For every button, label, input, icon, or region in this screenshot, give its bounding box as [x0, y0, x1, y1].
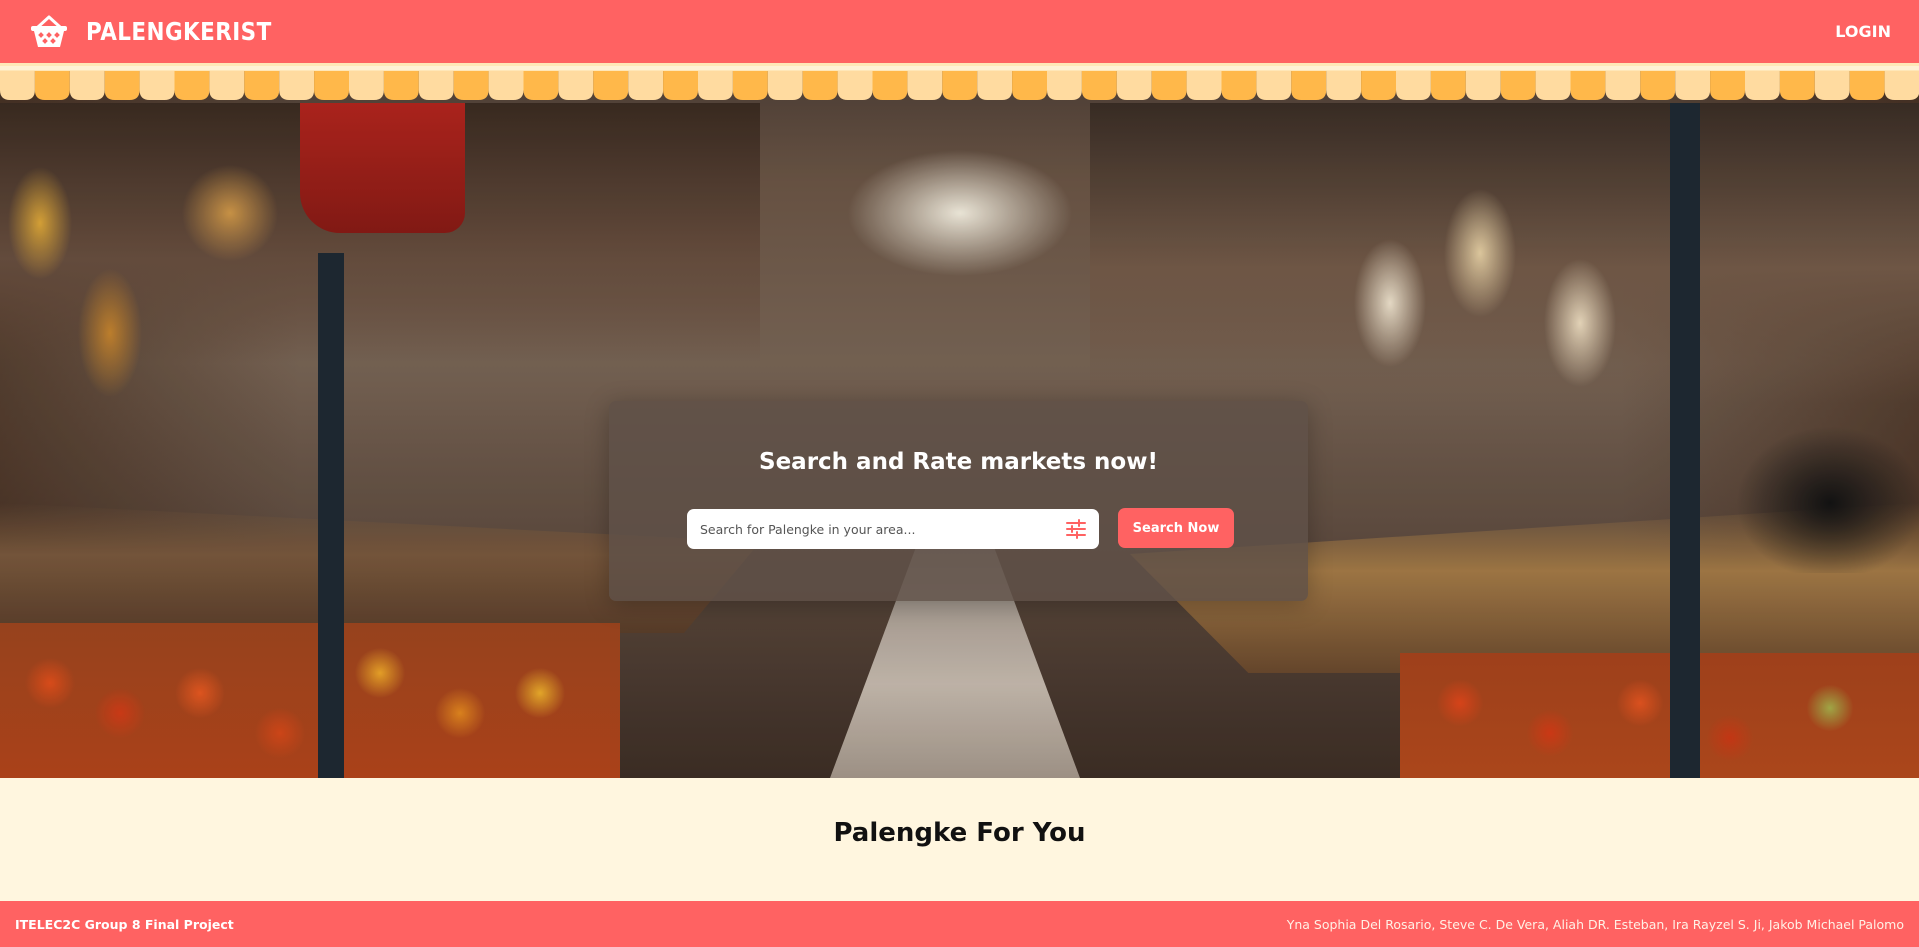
- awning-scallop-tab: [1221, 71, 1257, 100]
- awning-scallop-tab: [1151, 71, 1187, 100]
- awning-scallop-tab: [732, 71, 768, 100]
- awning-scallop-tab: [663, 71, 698, 100]
- awning-scallop-tab: [453, 71, 489, 100]
- awning-scallop-tab: [1814, 71, 1850, 100]
- search-field[interactable]: [687, 509, 1099, 549]
- awning-scallop-tab: [907, 71, 943, 100]
- sliders-icon[interactable]: [1065, 518, 1087, 540]
- awning-scallop-tab: [1465, 71, 1501, 100]
- awning-scallop-tab: [418, 71, 454, 100]
- awning-scallop-tab: [139, 71, 175, 100]
- footer-project-label: ITELEC2C Group 8 Final Project: [15, 916, 234, 932]
- awning-scallop-tab: [1326, 71, 1362, 100]
- awning-scallop-tab: [34, 71, 70, 100]
- search-card: Search and Rate markets now! Search Now: [609, 401, 1308, 601]
- awning-scallop-tab: [1116, 71, 1152, 100]
- awning-scallop-tab: [628, 71, 664, 100]
- awning-scallop-tab: [523, 71, 559, 100]
- awning-scallop-tab: [1779, 71, 1815, 100]
- palengke-for-you-section: Palengke For You: [0, 778, 1919, 901]
- awning-scallop-tab: [69, 71, 105, 100]
- section-title: Palengke For You: [833, 818, 1086, 848]
- brand[interactable]: PALENGKERIST: [30, 15, 302, 49]
- awning-scallop-tab: [1884, 71, 1919, 100]
- awning-scallop-tab: [1256, 71, 1292, 100]
- awning-scallop-tab: [1849, 71, 1885, 100]
- search-now-button[interactable]: Search Now: [1118, 508, 1234, 548]
- hero-banner: Search and Rate markets now! Search Now: [0, 63, 1919, 778]
- awning-scallop-tab: [1081, 71, 1117, 100]
- awning-scallop-tab: [558, 71, 594, 100]
- awning-scallop-tab: [1675, 71, 1711, 100]
- awning-scallop-tab: [314, 71, 349, 100]
- awning-scallop-tab: [1430, 71, 1466, 100]
- footer-authors: Yna Sophia Del Rosario, Steve C. De Vera…: [1286, 916, 1904, 932]
- awning-scallop-tab: [174, 71, 210, 100]
- awning-scallop-tab: [698, 71, 733, 100]
- awning-scallop-tab: [1047, 71, 1082, 100]
- top-navbar: PALENGKERIST LOGIN: [0, 0, 1919, 63]
- awning-scallop-tab: [593, 71, 629, 100]
- awning-scallop-tab: [1186, 71, 1222, 100]
- market-basket-icon: [31, 15, 67, 47]
- awning-scallop-tab: [0, 71, 35, 100]
- awning-scallop-tab: [349, 71, 384, 100]
- awning-scallop-tab: [104, 71, 140, 100]
- awning-scallop-tab: [872, 71, 908, 100]
- awning-scallop-tab: [977, 71, 1013, 100]
- awning-scallop-tab: [1396, 71, 1431, 100]
- awning-scallop-tab: [767, 71, 803, 100]
- awning-scallop-tab: [802, 71, 838, 100]
- awning-scallop-tab: [1012, 71, 1047, 100]
- awning-scallop-tab: [488, 71, 524, 100]
- awning-scallop-tab: [1605, 71, 1641, 100]
- awning-scallop-tab: [244, 71, 280, 100]
- search-title: Search and Rate markets now!: [759, 449, 1158, 475]
- awning-scallop-tab: [942, 71, 978, 100]
- awning-scallop-tab: [209, 71, 245, 100]
- awning-scallop: [0, 63, 1919, 100]
- footer: ITELEC2C Group 8 Final Project Yna Sophi…: [0, 901, 1919, 947]
- awning-scallop-tab: [1291, 71, 1327, 100]
- awning-scallop-tab: [837, 71, 873, 100]
- awning-scallop-tab: [1361, 71, 1396, 100]
- awning-scallop-tab: [279, 71, 315, 100]
- brand-name: PALENGKERIST: [86, 17, 272, 46]
- awning-scallop-tab: [1570, 71, 1606, 100]
- awning-scallop-tab: [383, 71, 419, 100]
- awning-scallop-tab: [1535, 71, 1571, 100]
- search-input[interactable]: [698, 520, 1065, 538]
- awning-scallop-tab: [1745, 71, 1780, 100]
- awning-scallop-tab: [1710, 71, 1745, 100]
- login-link[interactable]: LOGIN: [1835, 22, 1891, 41]
- awning-scallop-tab: [1500, 71, 1536, 100]
- awning-scallop-tab: [1640, 71, 1676, 100]
